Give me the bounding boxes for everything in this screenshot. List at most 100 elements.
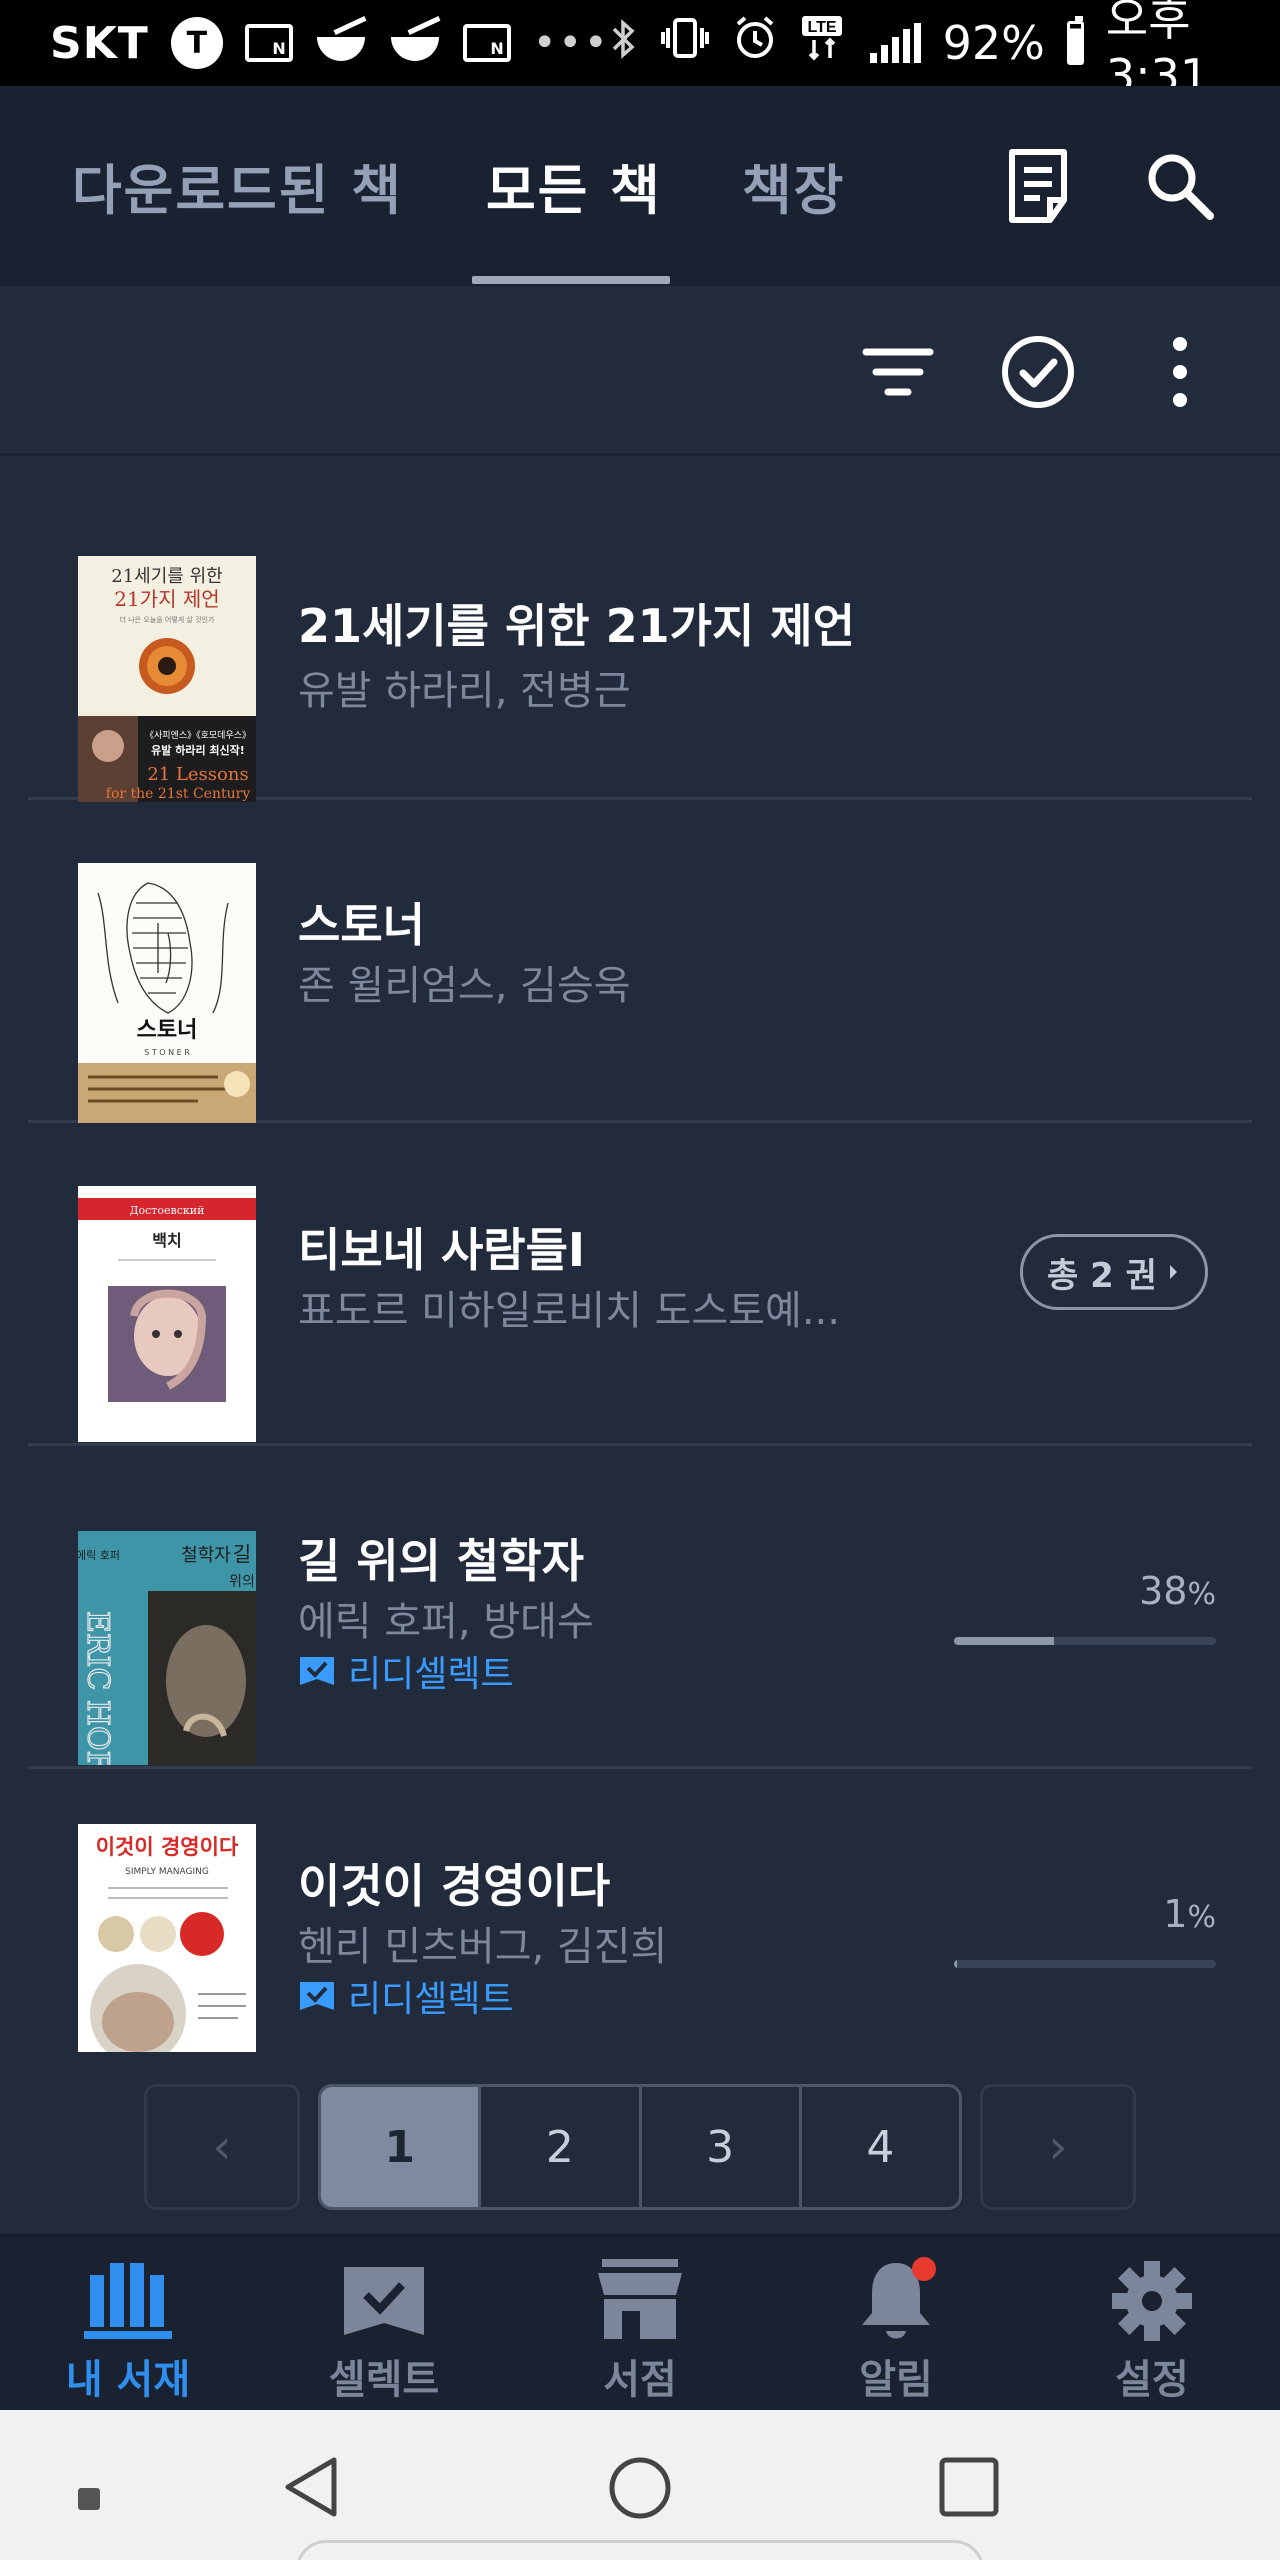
book-row[interactable]: 21세기를 위한 21가지 제언 더 나은 오늘을 어떻게 살 것인가 《사피엔…	[28, 540, 1252, 802]
system-indicator-icon	[78, 2488, 100, 2514]
nav-label: 셀렉트	[328, 2357, 440, 2403]
carrier-label: SKT	[50, 17, 149, 69]
svg-text:ERIC HOFFER: ERIC HOFFER	[80, 1611, 115, 1765]
book-author: 헨리 민츠버그, 김진희	[298, 1924, 668, 1970]
select-bookmark-icon	[300, 1657, 334, 1685]
book-row[interactable]: 스토너 S T O N E R 스토너 존 윌리엄스, 김승욱	[28, 803, 1252, 1123]
reading-progress-fill	[954, 1960, 957, 1968]
svg-text:에릭 호퍼: 에릭 호퍼	[78, 1549, 120, 1562]
select-icon	[336, 2255, 432, 2347]
select-bookmark-icon	[300, 1982, 334, 2010]
ridi-select-badge: 리디셀렉트	[298, 1645, 514, 1697]
book-author: 유발 하라리, 전병근	[298, 668, 631, 714]
card-notification-icon: N	[244, 24, 293, 62]
book-cover: 길 위의 철학자 에릭 호퍼 ERIC HOFFER	[78, 1531, 256, 1765]
svg-text:위의: 위의	[229, 1574, 255, 1590]
ridi-select-label: 리디셀렉트	[348, 1654, 514, 1695]
svg-text:S T O N E R: S T O N E R	[144, 1048, 190, 1057]
gesture-handle	[296, 2540, 984, 2560]
notes-icon[interactable]	[998, 146, 1078, 226]
series-count-label: 총 2 권	[1047, 1255, 1157, 1296]
nav-settings[interactable]: 설정	[1024, 2237, 1280, 2410]
book-author: 에릭 호퍼, 방대수	[298, 1599, 594, 1645]
nav-select[interactable]: 셀렉트	[256, 2237, 512, 2410]
battery-percent: 92%	[942, 16, 1045, 70]
nav-notifications[interactable]: 알림	[768, 2237, 1024, 2410]
book-title: 티보네 사람들I	[298, 1223, 586, 1277]
tab-downloaded-books[interactable]: 다운로드된 책	[72, 146, 403, 225]
svg-text:《사피엔스》《호모데우스》: 《사피엔스》《호모데우스》	[145, 730, 251, 741]
svg-text:Достоевский: Достоевский	[130, 1204, 205, 1217]
store-icon	[592, 2255, 688, 2347]
svg-text:21세기를 위한: 21세기를 위한	[111, 566, 222, 587]
svg-text:철학자: 철학자	[181, 1545, 231, 1566]
nav-label: 내 서재	[65, 2357, 191, 2403]
card-notification-icon: N	[462, 24, 511, 62]
book-title: 이것이 경영이다	[298, 1859, 611, 1913]
book-title: 길 위의 철학자	[298, 1534, 584, 1588]
book-cover: 스토너 S T O N E R	[78, 863, 256, 1123]
status-bar: SKT T N N ••• LTE 92% 오후 3:31	[0, 0, 1280, 103]
back-icon[interactable]	[280, 2454, 342, 2524]
reading-progress-label: 38%	[1139, 1569, 1216, 1613]
page-button-4[interactable]: 4	[802, 2087, 959, 2207]
svg-text:for the 21st Century: for the 21st Century	[106, 786, 251, 802]
book-cover: 21세기를 위한 21가지 제언 더 나은 오늘을 어떻게 살 것인가 《사피엔…	[78, 556, 256, 802]
svg-text:길: 길	[233, 1542, 251, 1566]
ridi-select-badge: 리디셀렉트	[298, 1970, 514, 2022]
battery-icon	[1066, 16, 1084, 65]
more-vertical-icon[interactable]	[1138, 330, 1222, 414]
gear-icon	[1104, 2255, 1200, 2347]
pagination: ‹ 1 2 3 4 ›	[0, 2054, 1280, 2234]
page-button-1[interactable]: 1	[321, 2087, 482, 2207]
alarm-icon	[732, 15, 778, 72]
lte-icon: LTE	[800, 14, 848, 73]
book-title: 스토너	[298, 898, 425, 952]
bell-icon	[848, 2255, 944, 2347]
page-button-3[interactable]: 3	[642, 2087, 802, 2207]
ridi-select-label: 리디셀렉트	[348, 1979, 514, 2020]
svg-text:21가지 제언: 21가지 제언	[114, 587, 219, 611]
tmap-icon: T	[170, 17, 223, 69]
prev-page-button[interactable]: ‹	[144, 2084, 300, 2210]
more-notifications-icon: •••	[532, 20, 610, 66]
vibrate-icon	[660, 16, 710, 71]
filter-icon[interactable]	[856, 330, 940, 414]
tab-all-books[interactable]: 모든 책	[486, 146, 662, 225]
reading-progress-bar	[954, 1637, 1216, 1645]
book-cover: 이것이 경영이다 SIMPLY MANAGING	[78, 1824, 256, 2052]
series-count-badge[interactable]: 총 2 권	[1020, 1234, 1208, 1310]
bottom-navigation: 내 서재 셀렉트 서점 알림 설정	[0, 2234, 1280, 2410]
bowl-icon	[315, 23, 367, 63]
book-row[interactable]: Достоевский 백치 티보네 사람들I 표도르 미하일로비치 도스토예.…	[28, 1126, 1252, 1446]
home-icon[interactable]	[608, 2456, 672, 2524]
svg-text:이것이 경영이다: 이것이 경영이다	[96, 1835, 239, 1859]
nav-store[interactable]: 서점	[512, 2237, 768, 2410]
book-row[interactable]: 길 위의 철학자 에릭 호퍼 ERIC HOFFER 길 위의 철학자 에릭 호…	[28, 1449, 1252, 1769]
book-row[interactable]: 이것이 경영이다 SIMPLY MANAGING 이것이 경영이다 헨리 민츠버…	[28, 1772, 1252, 2052]
check-circle-icon[interactable]	[996, 330, 1080, 414]
tab-bookshelf[interactable]: 책장	[742, 146, 845, 225]
nav-my-library[interactable]: 내 서재	[0, 2237, 256, 2410]
book-cover: Достоевский 백치	[78, 1186, 256, 1442]
page-number-group: 1 2 3 4	[318, 2084, 962, 2210]
svg-text:스토너: 스토너	[137, 1018, 198, 1043]
signal-icon	[869, 23, 921, 63]
app-header: 다운로드된 책 모든 책 책장	[0, 86, 1280, 286]
nav-label: 알림	[859, 2357, 933, 2403]
page-button-2[interactable]: 2	[481, 2087, 642, 2207]
book-author: 표도르 미하일로비치 도스토예...	[298, 1288, 840, 1334]
svg-text:더 나은 오늘을 어떻게 살 것인가: 더 나은 오늘을 어떻게 살 것인가	[120, 615, 215, 624]
reading-progress-label: 1%	[1163, 1892, 1216, 1936]
nav-label: 설정	[1115, 2357, 1189, 2403]
search-icon[interactable]	[1140, 146, 1220, 226]
nav-label: 서점	[603, 2357, 677, 2403]
svg-text:SIMPLY MANAGING: SIMPLY MANAGING	[125, 1867, 209, 1877]
svg-text:21 Lessons: 21 Lessons	[147, 764, 248, 785]
library-icon	[80, 2255, 176, 2347]
recent-apps-icon[interactable]	[938, 2456, 1000, 2522]
chevron-right-icon	[1169, 1265, 1177, 1279]
bowl-icon	[389, 23, 441, 63]
next-page-button[interactable]: ›	[980, 2084, 1136, 2210]
active-tab-indicator	[472, 276, 670, 284]
